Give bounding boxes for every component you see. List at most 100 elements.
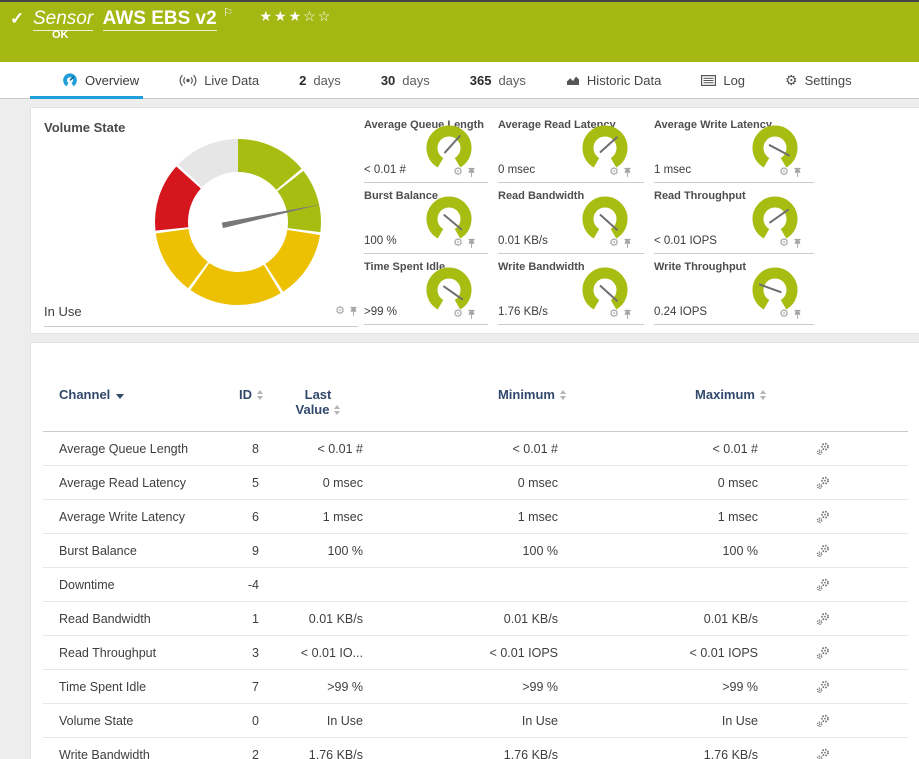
edit-channel-gears-icon[interactable] bbox=[816, 612, 830, 626]
channel-name-cell[interactable]: Time Spent Idle bbox=[43, 669, 213, 704]
channel-gauge: Average Read Latency 0 msec ⚙ bbox=[498, 112, 644, 183]
log-list-icon bbox=[701, 74, 717, 86]
sensor-tab-bar: Overview Live Data 2 days 30 days 365 days … bbox=[0, 62, 919, 99]
channel-maximum-cell: In Use bbox=[568, 703, 768, 738]
edit-channel-gears-icon[interactable] bbox=[816, 442, 830, 456]
tab-label: days bbox=[498, 72, 526, 88]
channel-last-value-cell: 1.76 KB/s bbox=[263, 737, 373, 759]
gear-icon[interactable]: ⚙ bbox=[453, 309, 463, 320]
channel-name-cell[interactable]: Write Bandwidth bbox=[43, 737, 213, 759]
pin-icon[interactable] bbox=[467, 167, 476, 178]
gear-icon[interactable]: ⚙ bbox=[779, 167, 789, 178]
edit-channel-gears-icon[interactable] bbox=[816, 680, 830, 694]
gear-icon[interactable]: ⚙ bbox=[779, 309, 789, 320]
channel-edit-cell bbox=[768, 567, 878, 602]
channel-name-cell[interactable]: Average Read Latency bbox=[43, 465, 213, 500]
pin-icon[interactable] bbox=[793, 167, 802, 178]
channel-name-cell[interactable]: Burst Balance bbox=[43, 533, 213, 568]
pin-icon[interactable] bbox=[467, 309, 476, 320]
channel-id-cell: 9 bbox=[213, 533, 263, 568]
column-header-edit bbox=[768, 381, 878, 432]
sort-icon[interactable] bbox=[560, 389, 566, 400]
channel-gauge-dial bbox=[752, 267, 798, 310]
column-header-last-value[interactable]: Last Value bbox=[263, 381, 373, 432]
column-header-maximum[interactable]: Maximum bbox=[568, 381, 768, 432]
channels-table: Channel ID Last Value Minimum Maximum Ave… bbox=[43, 381, 908, 759]
channel-gauge-value: 1.76 KB/s bbox=[498, 306, 548, 318]
edit-channel-gears-icon[interactable] bbox=[816, 646, 830, 660]
channel-name-cell[interactable]: Read Throughput bbox=[43, 635, 213, 670]
channel-last-value-cell: < 0.01 IO... bbox=[263, 635, 373, 670]
channel-row: Average Read Latency 5 0 msec 0 msec 0 m… bbox=[43, 465, 908, 500]
gear-icon[interactable]: ⚙ bbox=[609, 309, 619, 320]
tab-overview[interactable]: Overview bbox=[29, 62, 144, 99]
gear-icon[interactable]: ⚙ bbox=[335, 306, 345, 317]
priority-stars[interactable]: ★★★☆☆ bbox=[259, 8, 332, 24]
flag-icon[interactable]: ⚐ bbox=[223, 7, 233, 19]
tab-log[interactable]: Log bbox=[701, 62, 745, 98]
tab-live-data[interactable]: Live Data bbox=[179, 62, 259, 98]
tab-365-days[interactable]: 365 days bbox=[470, 62, 526, 98]
tab-label: Historic Data bbox=[586, 72, 662, 88]
channel-name-cell[interactable]: Read Bandwidth bbox=[43, 601, 213, 636]
edit-channel-gears-icon[interactable] bbox=[816, 544, 830, 558]
channel-id-cell: 8 bbox=[213, 431, 263, 466]
pin-icon[interactable] bbox=[623, 167, 632, 178]
channel-gauge-label: Read Bandwidth bbox=[498, 190, 585, 202]
gear-icon[interactable]: ⚙ bbox=[779, 238, 789, 249]
pin-icon[interactable] bbox=[623, 309, 632, 320]
live-signal-icon bbox=[179, 74, 197, 86]
channel-minimum-cell: 1 msec bbox=[373, 499, 568, 534]
channel-gauge: Read Throughput < 0.01 IOPS ⚙ bbox=[654, 183, 814, 254]
channel-maximum-cell: 1 msec bbox=[568, 499, 768, 534]
sort-desc-icon[interactable] bbox=[116, 394, 125, 399]
filler-cell bbox=[878, 533, 908, 568]
pin-icon[interactable] bbox=[793, 238, 802, 249]
edit-channel-gears-icon[interactable] bbox=[816, 714, 830, 728]
pin-icon[interactable] bbox=[467, 238, 476, 249]
channel-last-value-cell: >99 % bbox=[263, 669, 373, 704]
pin-icon[interactable] bbox=[623, 238, 632, 249]
edit-channel-gears-icon[interactable] bbox=[816, 748, 830, 759]
tab-historic-data[interactable]: Historic Data bbox=[566, 62, 661, 98]
pin-icon[interactable] bbox=[349, 306, 358, 317]
channels-table-card: Channel ID Last Value Minimum Maximum Ave… bbox=[30, 342, 919, 759]
tab-30-days[interactable]: 30 days bbox=[381, 62, 430, 98]
gear-icon[interactable]: ⚙ bbox=[609, 167, 619, 178]
tab-settings[interactable]: ⚙ Settings bbox=[785, 62, 852, 98]
gear-icon[interactable]: ⚙ bbox=[453, 238, 463, 249]
tab-label: days bbox=[313, 72, 341, 88]
channel-name-cell[interactable]: Average Queue Length bbox=[43, 431, 213, 466]
channel-gauge-value: < 0.01 IOPS bbox=[654, 235, 717, 247]
pin-icon[interactable] bbox=[793, 309, 802, 320]
edit-channel-gears-icon[interactable] bbox=[816, 476, 830, 490]
tab-2-days[interactable]: 2 days bbox=[299, 62, 341, 98]
sort-icon[interactable] bbox=[334, 404, 341, 415]
channel-name-cell[interactable]: Volume State bbox=[43, 703, 213, 738]
tab-number: 30 bbox=[380, 72, 396, 88]
sensor-name[interactable]: AWS EBS v2 bbox=[102, 8, 217, 31]
sensor-kind-label[interactable]: Sensor bbox=[33, 8, 94, 31]
edit-channel-gears-icon[interactable] bbox=[816, 578, 830, 592]
channel-gauge-value: < 0.01 # bbox=[364, 164, 406, 176]
filler-cell bbox=[878, 499, 908, 534]
column-header-channel[interactable]: Channel bbox=[43, 381, 213, 432]
channel-gauge-dial bbox=[426, 196, 472, 239]
sort-icon[interactable] bbox=[760, 389, 766, 400]
gauge-icon bbox=[63, 73, 77, 87]
edit-channel-gears-icon[interactable] bbox=[816, 510, 830, 524]
column-header-id[interactable]: ID bbox=[213, 381, 263, 432]
column-header-minimum[interactable]: Minimum bbox=[373, 381, 568, 432]
tab-label: Overview bbox=[85, 72, 140, 88]
tab-label: days bbox=[402, 72, 430, 88]
sort-icon[interactable] bbox=[257, 389, 263, 400]
tab-number: 2 bbox=[299, 72, 307, 88]
channel-last-value-cell: < 0.01 # bbox=[263, 431, 373, 466]
channel-id-cell: 5 bbox=[213, 465, 263, 500]
gear-icon[interactable]: ⚙ bbox=[609, 238, 619, 249]
channel-name-cell[interactable]: Average Write Latency bbox=[43, 499, 213, 534]
area-chart-icon bbox=[566, 76, 579, 85]
channel-name-cell[interactable]: Downtime bbox=[43, 567, 213, 602]
tab-label: Log bbox=[723, 72, 746, 88]
gear-icon[interactable]: ⚙ bbox=[453, 167, 463, 178]
